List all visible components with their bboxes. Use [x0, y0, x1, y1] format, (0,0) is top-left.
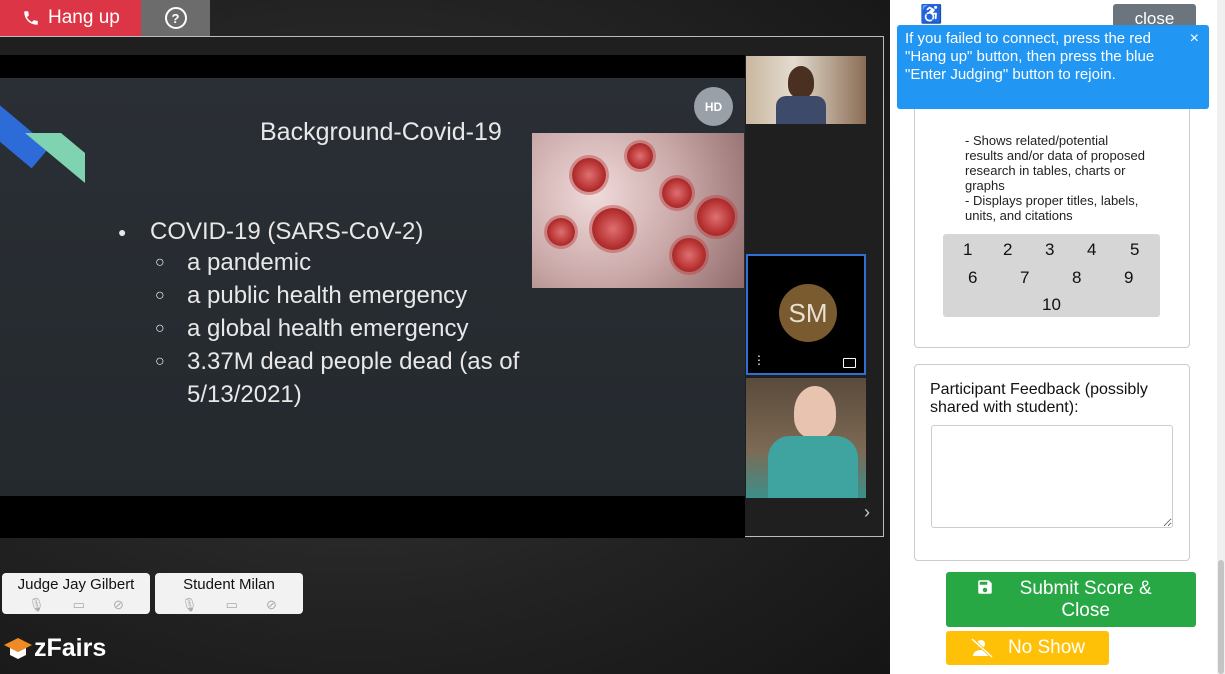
score-selector: 1 2 3 4 5 6 7 8 9 10: [943, 234, 1160, 317]
slide-sub-item: a pandemic: [155, 246, 577, 279]
block-icon: ⊘: [112, 597, 124, 612]
score-option[interactable]: 4: [1087, 240, 1096, 260]
score-option[interactable]: 7: [1020, 268, 1029, 288]
score-option[interactable]: 6: [968, 268, 977, 288]
scrollbar-thumb[interactable]: [1218, 560, 1224, 674]
criteria-text: - Shows related/potential results and/or…: [965, 133, 1145, 223]
save-icon: [978, 580, 993, 594]
screen-share-icon: [843, 358, 856, 368]
participant-video-1[interactable]: [746, 56, 866, 124]
participant-label-student[interactable]: Student Milan 🎙 ▭ ⊘: [155, 573, 303, 614]
score-option[interactable]: 9: [1124, 268, 1133, 288]
user-slash-icon: [970, 638, 993, 658]
slide-sub-bullets: a pandemic a public health emergency a g…: [155, 246, 577, 411]
slide-bullet-text: COVID-19 (SARS-CoV-2): [150, 218, 424, 245]
participant-name: Judge Jay Gilbert: [17, 576, 135, 593]
score-option[interactable]: 10: [1042, 295, 1061, 315]
participant-label-judge[interactable]: Judge Jay Gilbert 🎙 ▭ ⊘: [2, 573, 150, 614]
phone-icon: [24, 11, 38, 25]
participant-figure: [794, 386, 836, 438]
participant-body: [768, 436, 858, 498]
score-option[interactable]: 1: [963, 240, 972, 260]
score-option[interactable]: 8: [1072, 268, 1081, 288]
slide-sub-item: a global health emergency: [155, 312, 577, 345]
connection-toast: If you failed to connect, press the red …: [897, 25, 1209, 109]
mic-muted-icon: 🎙: [28, 597, 45, 612]
zfairs-logo: zFairs: [2, 634, 106, 663]
accessibility-icon: ♿: [920, 4, 943, 24]
feedback-textarea[interactable]: [931, 425, 1173, 528]
feedback-label: Participant Feedback (possibly shared wi…: [930, 381, 1148, 416]
participant-video-3[interactable]: [746, 378, 866, 498]
participant-video-2[interactable]: SM ⋮: [746, 254, 866, 375]
hang-up-button[interactable]: Hang up: [0, 0, 141, 36]
no-show-button[interactable]: No Show: [946, 631, 1109, 665]
no-show-label: No Show: [1007, 637, 1086, 658]
participant-body: [776, 96, 826, 124]
slide-title: Background-Covid-19: [260, 118, 502, 146]
participant-name: Student Milan: [183, 576, 275, 593]
chevron-right-icon[interactable]: ›: [864, 502, 870, 523]
toast-message: If you failed to connect, press the red …: [905, 30, 1155, 83]
slide-sub-item: a public health emergency: [155, 279, 577, 312]
hang-up-label: Hang up: [48, 7, 120, 28]
shared-screen: Background-Covid-19 COVID-19 (SARS-CoV-2…: [0, 55, 745, 538]
slide-decoration-blue: [0, 95, 50, 169]
graduation-cap-icon: [4, 637, 32, 659]
submit-score-label: Submit Score & Close: [1019, 578, 1152, 621]
more-options-icon[interactable]: ⋮: [753, 353, 765, 367]
score-option[interactable]: 5: [1130, 240, 1139, 260]
submit-score-button[interactable]: Submit Score & Close: [946, 572, 1196, 627]
close-icon[interactable]: ×: [1190, 30, 1199, 48]
slide: Background-Covid-19 COVID-19 (SARS-CoV-2…: [0, 78, 745, 496]
logo-text: zFairs: [34, 634, 107, 662]
slide-sub-item: 3.37M dead people dead (as of 5/13/2021): [155, 345, 577, 411]
video-muted-icon: ▭: [72, 597, 85, 612]
help-icon: ?: [164, 7, 187, 29]
avatar: SM: [779, 284, 837, 342]
slide-bullet: COVID-19 (SARS-CoV-2): [118, 218, 423, 246]
help-button[interactable]: ?: [141, 0, 210, 36]
participant-figure: [788, 66, 814, 98]
video-muted-icon: ▭: [225, 597, 238, 612]
mic-muted-icon: 🎙: [181, 597, 198, 612]
block-icon: ⊘: [265, 597, 277, 612]
hd-badge: HD: [694, 87, 733, 126]
score-option[interactable]: 3: [1045, 240, 1054, 260]
score-option[interactable]: 2: [1003, 240, 1012, 260]
